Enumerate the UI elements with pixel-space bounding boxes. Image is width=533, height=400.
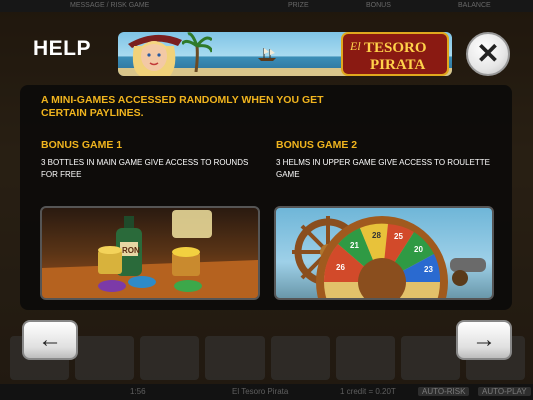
bonus-game-2-image: 26 21 28 25 20 23	[274, 206, 494, 300]
wheel-number-4: 25	[394, 232, 403, 241]
arrow-right-icon: →	[472, 326, 496, 353]
wheel-number-6: 23	[424, 265, 433, 274]
previous-page-button[interactable]: ←	[22, 320, 78, 360]
bottle-label: RON	[122, 246, 140, 255]
cannon-icon	[450, 258, 486, 286]
next-page-button[interactable]: →	[456, 320, 512, 360]
wheel-number-1: 26	[336, 263, 345, 272]
bonus-game-1-title: BONUS GAME 1	[41, 139, 123, 151]
pirate-girl-illustration	[128, 34, 182, 76]
wheel-number-2: 21	[350, 241, 359, 250]
bonus-game-2-title: BONUS GAME 2	[276, 139, 358, 151]
bonus-game-1-description: 3 BOTTLES IN MAIN GAME GIVE ACCESS TO RO…	[41, 158, 249, 179]
bonus-game-2-description: 3 HELMS IN UPPER GAME GIVE ACCESS TO ROU…	[276, 158, 490, 179]
roulette-wheel: 26 21 28 25 20 23	[316, 216, 448, 298]
wheel-number-5: 20	[414, 245, 423, 254]
close-button[interactable]: ✕	[466, 32, 510, 76]
arrow-left-icon: ←	[38, 326, 62, 353]
wheel-number-3: 28	[372, 231, 381, 240]
logo-line1: El	[349, 39, 361, 53]
logo-line2: TESORO	[364, 40, 427, 56]
logo-line3: PIRATA	[370, 57, 425, 73]
lantern-icon	[172, 210, 212, 238]
game-logo: El TESORO PIRATA	[341, 32, 449, 76]
help-title: HELP	[33, 37, 92, 60]
ship-icon	[258, 48, 276, 61]
close-icon: ✕	[476, 38, 500, 69]
help-intro-text: A MINI-GAMES ACCESSED RANDOMLY WHEN YOU …	[41, 94, 324, 119]
bonus-game-1-image: RON	[40, 206, 260, 300]
